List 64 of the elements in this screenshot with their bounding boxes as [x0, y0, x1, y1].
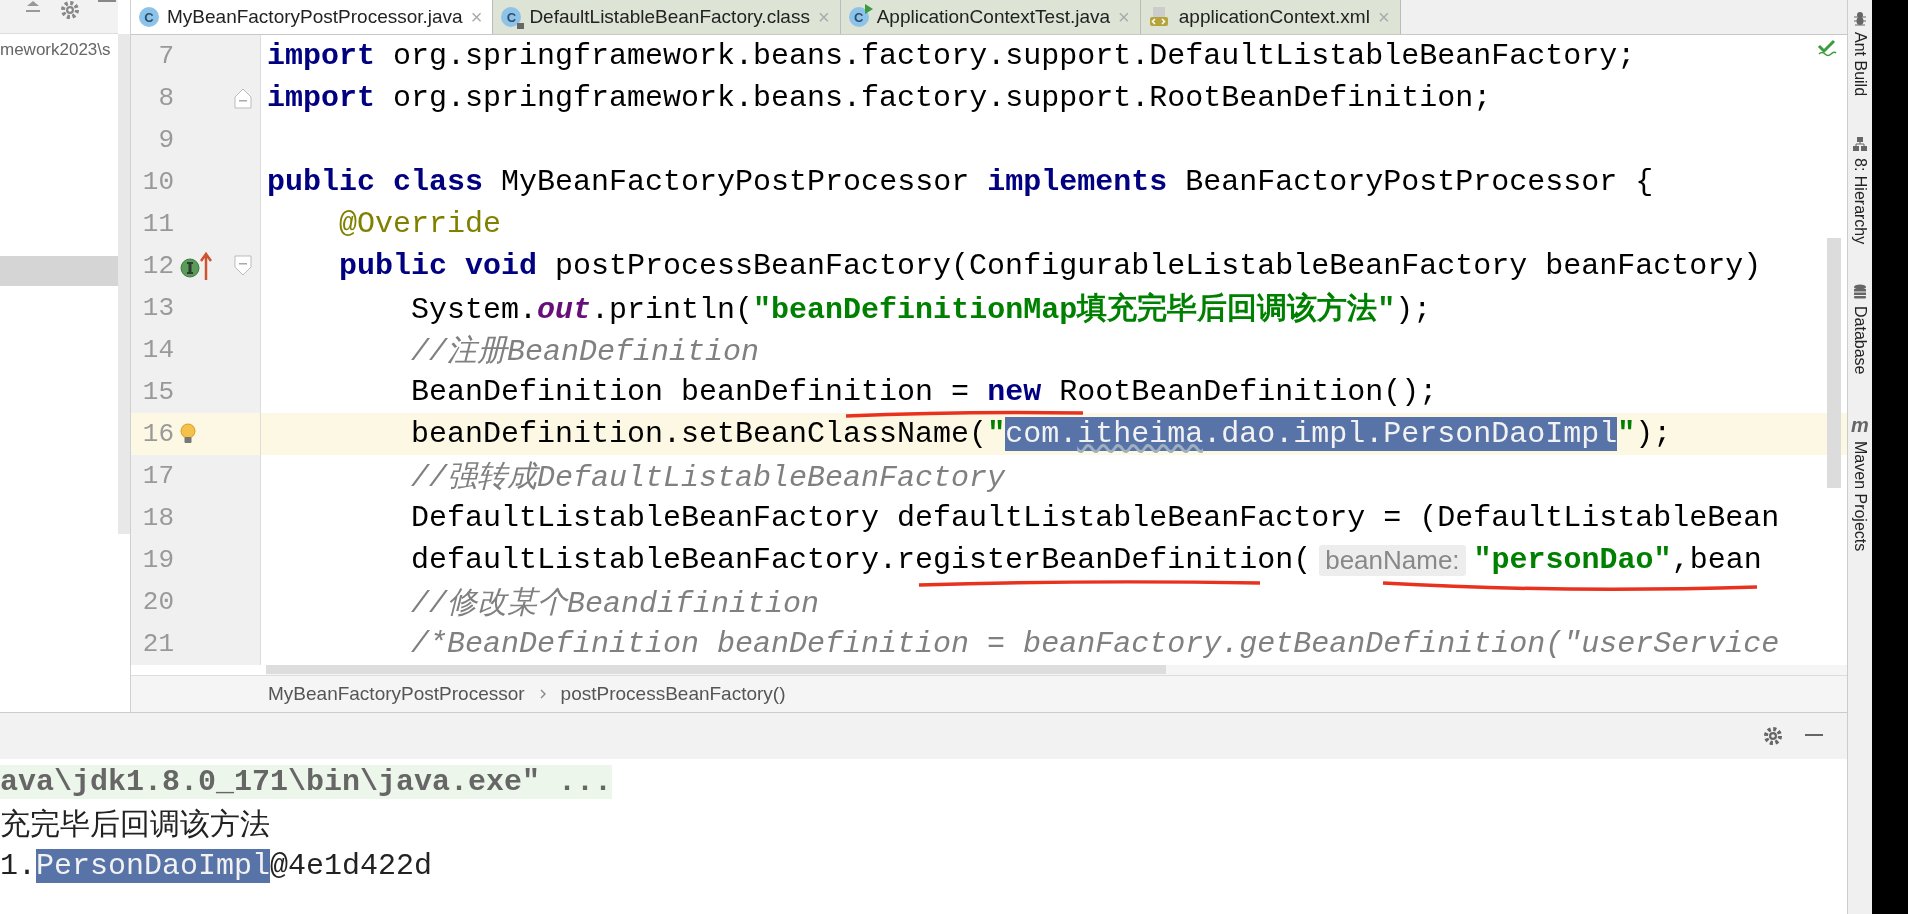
editor-tab[interactable]: applicationContext.xml ×	[1140, 0, 1401, 34]
code-line: import org.springframework.beans.factory.support.RootBeanDefinition;	[267, 81, 1492, 115]
editor-tab[interactable]: C DefaultListableBeanFactory.class ×	[493, 0, 841, 34]
console-line: 充完毕后回调该方法	[0, 807, 270, 845]
scrollbar[interactable]	[1827, 238, 1841, 488]
code-line: public void postProcessBeanFactory(ConfigurableListableBeanFactory beanFactory)	[338, 249, 1762, 283]
line-number: 21	[141, 629, 174, 659]
code-line: DefaultListableBeanFactory defaultListableBeanFactory = (DefaultListableBean	[410, 501, 1780, 535]
fold-icon[interactable]	[234, 255, 252, 277]
check-icon	[1817, 39, 1837, 57]
tool-window-tab[interactable]: m Maven Projects	[1851, 414, 1869, 552]
code-line: //强转成DefaultListableBeanFactory	[410, 459, 1006, 497]
hierarchy-icon	[1852, 136, 1868, 153]
tool-window-tab[interactable]: Database	[1851, 284, 1869, 375]
settings-icon[interactable]	[60, 0, 80, 20]
minimize-icon[interactable]	[1805, 734, 1823, 738]
database-icon	[1852, 284, 1868, 301]
breadcrumb[interactable]: MyBeanFactoryPostProcessor	[268, 683, 525, 705]
breadcrumb[interactable]: postProcessBeanFactory()	[560, 683, 786, 705]
line-number: 17	[141, 461, 174, 491]
xml-file-icon	[1148, 6, 1171, 28]
collapse-icon[interactable]	[24, 0, 42, 14]
code-line: @Override	[338, 207, 502, 241]
line-number: 12	[141, 251, 174, 281]
class-icon: C	[139, 7, 159, 27]
line-number: 15	[141, 377, 174, 407]
scrollbar[interactable]	[266, 665, 1166, 674]
minimize-icon[interactable]	[98, 0, 116, 4]
editor-tab[interactable]: C MyBeanFactoryPostProcessor.java ×	[131, 0, 494, 34]
code-line: "personDao",bean	[1473, 543, 1762, 577]
tool-window-tab[interactable]: Ant Build	[1851, 10, 1869, 97]
maven-icon: m	[1851, 414, 1869, 435]
project-path[interactable]: mework2023\s	[0, 40, 118, 60]
line-number: 14	[141, 335, 174, 365]
settings-icon[interactable]	[1763, 726, 1783, 746]
class-icon: C	[501, 7, 522, 27]
tool-window-tab[interactable]: 8: Hierarchy	[1851, 136, 1869, 245]
line-number: 8	[157, 83, 174, 113]
code-line: defaultListableBeanFactory.registerBeanDefinition(	[410, 543, 1312, 577]
parameter-hint: beanName:	[1319, 544, 1466, 576]
line-number: 7	[157, 41, 174, 71]
fold-icon[interactable]	[234, 87, 252, 109]
line-number: 19	[141, 545, 174, 575]
implements-marker-icon[interactable]	[180, 251, 214, 281]
line-number: 11	[141, 209, 174, 239]
lightbulb-icon[interactable]	[180, 423, 196, 445]
ant-icon	[1852, 10, 1868, 26]
code-line: beanDefinition.setBeanClassName("com.itheima.dao.impl.PersonDaoImpl");	[410, 417, 1672, 451]
code-line: //修改某个Beandifinition	[410, 585, 820, 623]
code-line: /*BeanDefinition beanDefinition = beanFactory.getBeanDefinition("userService	[410, 627, 1780, 661]
line-number: 16	[141, 419, 174, 449]
chevron-icon	[538, 688, 547, 700]
code-line: BeanDefinition beanDefinition = new RootBeanDefinition();	[410, 375, 1438, 409]
code-line: System.out.println("beanDefinitionMap填充完毕后回调该方法");	[410, 291, 1432, 329]
line-number: 20	[141, 587, 174, 617]
line-number: 9	[157, 125, 174, 155]
line-number: 18	[141, 503, 174, 533]
line-number: 10	[141, 167, 174, 197]
code-line: //注册BeanDefinition	[410, 333, 760, 371]
code-line: public class MyBeanFactoryPostProcessor implements BeanFactoryPostProcessor {	[267, 165, 1654, 199]
editor-tab[interactable]: C ApplicationContextTest.java ×	[840, 0, 1141, 34]
scrollbar[interactable]	[118, 34, 130, 534]
code-line: import org.springframework.beans.factory.support.DefaultListableBeanFactory;	[267, 39, 1636, 73]
line-number: 13	[141, 293, 174, 323]
